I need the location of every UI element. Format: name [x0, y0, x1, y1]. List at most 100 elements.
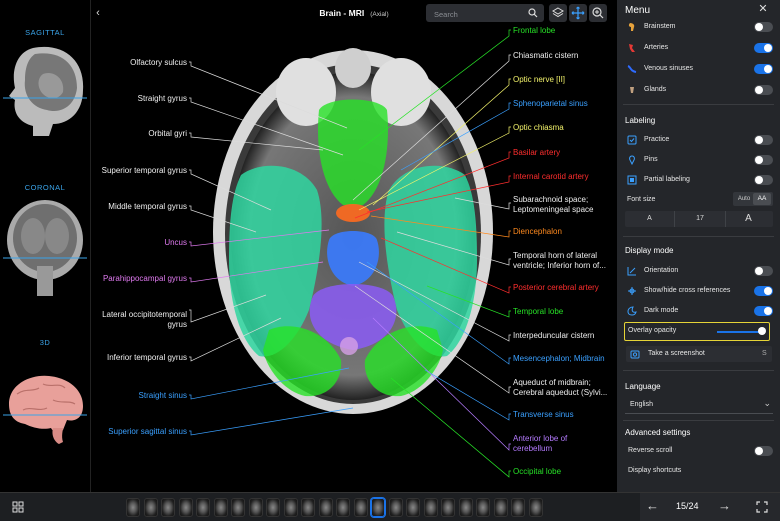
- label-subarachnoid-space-line1[interactable]: Subarachnoid space;: [513, 195, 588, 205]
- dark-mode-toggle[interactable]: [754, 306, 773, 316]
- label-straight-sinus[interactable]: Straight sinus: [139, 391, 187, 401]
- language-select[interactable]: English ⌄: [625, 397, 773, 414]
- toggle-row-venous-sinuses[interactable]: Venous sinuses: [625, 62, 773, 78]
- cross-references-toggle[interactable]: [754, 286, 773, 296]
- reverse-scroll-toggle[interactable]: [754, 446, 773, 456]
- coronal-view-thumbnail[interactable]: [3, 196, 87, 296]
- toggle-row-pins[interactable]: Pins: [625, 153, 773, 169]
- toggle-row-brainstem[interactable]: Brainstem: [625, 20, 773, 36]
- slice-thumbnail[interactable]: [511, 498, 525, 517]
- arrow-right-icon[interactable]: →: [718, 498, 731, 513]
- label-occipital-lobe[interactable]: Occipital lobe: [513, 467, 561, 477]
- label-aqueduct-line1[interactable]: Aqueduct of midbrain;: [513, 378, 591, 388]
- label-frontal-lobe[interactable]: Frontal lobe: [513, 26, 555, 36]
- toggle-row-orientation[interactable]: Orientation: [625, 264, 773, 280]
- label-olfactory-sulcus[interactable]: Olfactory sulcus: [130, 58, 187, 68]
- overlay-opacity-slider-thumb[interactable]: [758, 327, 766, 335]
- slice-thumbnail[interactable]: [458, 498, 473, 517]
- label-optic-chiasma[interactable]: Optic chiasma: [513, 123, 564, 133]
- slice-thumbnail[interactable]: [388, 498, 403, 517]
- fullscreen-icon[interactable]: [756, 501, 768, 513]
- slice-thumbnail[interactable]: [476, 498, 490, 517]
- slice-thumbnail-strip[interactable]: [124, 493, 554, 521]
- label-subarachnoid-space-line2[interactable]: Leptomeningeal space: [513, 205, 594, 215]
- slice-thumbnail[interactable]: [423, 498, 438, 517]
- label-anterior-lobe-cerebellum-line2[interactable]: cerebellum: [513, 444, 552, 454]
- font-aa-button[interactable]: AA: [753, 193, 771, 205]
- slice-thumbnail-current[interactable]: [371, 498, 385, 517]
- label-inferior-temporal-gyrus[interactable]: Inferior temporal gyrus: [107, 353, 187, 363]
- slice-thumbnail[interactable]: [143, 498, 158, 517]
- display-shortcuts-link[interactable]: Display shortcuts: [628, 467, 681, 474]
- toggle-row-cross-references[interactable]: Show/hide cross references: [625, 284, 773, 300]
- orientation-toggle[interactable]: [754, 266, 773, 276]
- slice-thumbnail[interactable]: [283, 498, 298, 517]
- font-auto-button[interactable]: Auto: [735, 193, 753, 205]
- slice-thumbnail[interactable]: [441, 498, 455, 517]
- overlay-opacity-track[interactable]: [717, 331, 763, 333]
- toggle-row-partial-labeling[interactable]: Partial labeling: [625, 173, 773, 189]
- label-lateral-occipitotemporal-gyrus-line2[interactable]: gyrus: [167, 320, 187, 330]
- brainstem-toggle[interactable]: [754, 22, 773, 32]
- practice-toggle[interactable]: [754, 135, 773, 145]
- font-decrease-button[interactable]: A: [625, 211, 674, 227]
- slice-thumbnail[interactable]: [248, 498, 263, 517]
- slice-thumbnail[interactable]: [528, 498, 543, 517]
- slice-thumbnail[interactable]: [406, 498, 420, 517]
- slice-thumbnail[interactable]: [301, 498, 315, 517]
- label-parahippocampal-gyrus[interactable]: Parahippocampal gyrus: [103, 274, 187, 284]
- label-superior-temporal-gyrus[interactable]: Superior temporal gyrus: [102, 166, 187, 176]
- label-transverse-sinus[interactable]: Transverse sinus: [513, 410, 574, 420]
- label-temporal-horn-line2[interactable]: ventricle; Inferior horn of...: [513, 261, 606, 271]
- label-basilar-artery[interactable]: Basilar artery: [513, 148, 560, 158]
- label-lateral-occipitotemporal-gyrus-line1[interactable]: Lateral occipitotemporal: [102, 310, 187, 320]
- partial-labeling-toggle[interactable]: [754, 175, 773, 185]
- glands-toggle[interactable]: [754, 85, 773, 95]
- slice-thumbnail[interactable]: [266, 498, 280, 517]
- label-optic-nerve[interactable]: Optic nerve [II]: [513, 75, 565, 85]
- slice-thumbnail[interactable]: [231, 498, 245, 517]
- label-temporal-horn-line1[interactable]: Temporal horn of lateral: [513, 251, 597, 261]
- label-mesencephalon[interactable]: Mesencephalon; Midbrain: [513, 354, 605, 364]
- label-orbital-gyri[interactable]: Orbital gyri: [148, 129, 187, 139]
- arrow-left-icon[interactable]: ←: [646, 498, 659, 513]
- slice-thumbnail[interactable]: [336, 498, 350, 517]
- slice-thumbnail[interactable]: [161, 498, 175, 517]
- label-diencephalon[interactable]: Diencephalon: [513, 227, 562, 237]
- slice-thumbnail[interactable]: [353, 498, 368, 517]
- label-anterior-lobe-cerebellum-line1[interactable]: Anterior lobe of: [513, 434, 567, 444]
- label-interpeduncular-cistern[interactable]: Interpeduncular cistern: [513, 331, 594, 341]
- label-sphenoparietal-sinus[interactable]: Sphenoparietal sinus: [513, 99, 588, 109]
- toggle-row-practice[interactable]: Practice: [625, 133, 773, 149]
- toggle-row-reverse-scroll[interactable]: Reverse scroll: [625, 444, 773, 460]
- grid-icon[interactable]: [12, 501, 24, 513]
- label-temporal-lobe[interactable]: Temporal lobe: [513, 307, 563, 317]
- label-posterior-cerebral-artery[interactable]: Posterior cerebral artery: [513, 283, 599, 293]
- label-internal-carotid-artery[interactable]: Internal carotid artery: [513, 172, 589, 182]
- label-aqueduct-line2[interactable]: Cerebral aqueduct (Sylvi...: [513, 388, 607, 398]
- screenshot-button[interactable]: Take a screenshot S: [626, 346, 772, 362]
- divider: [623, 236, 774, 237]
- sagittal-view-thumbnail[interactable]: [3, 40, 87, 140]
- label-chiasmatic-cistern[interactable]: Chiasmatic cistern: [513, 51, 578, 61]
- toggle-row-arteries[interactable]: Arteries: [625, 41, 773, 57]
- slice-thumbnail[interactable]: [196, 498, 210, 517]
- 3d-view-thumbnail[interactable]: [3, 370, 87, 450]
- font-increase-button[interactable]: A: [724, 211, 773, 227]
- slice-thumbnail[interactable]: [178, 498, 193, 517]
- mri-viewer[interactable]: ‹ Brain - MRI (Axial) Search Olfactory s…: [91, 0, 617, 492]
- venous-sinuses-toggle[interactable]: [754, 64, 773, 74]
- slice-thumbnail[interactable]: [126, 498, 140, 517]
- toggle-row-dark-mode[interactable]: Dark mode: [625, 304, 773, 320]
- label-middle-temporal-gyrus[interactable]: Middle temporal gyrus: [108, 202, 187, 212]
- slice-thumbnail[interactable]: [493, 498, 508, 517]
- toggle-row-glands[interactable]: Glands: [625, 83, 773, 99]
- label-superior-sagittal-sinus[interactable]: Superior sagittal sinus: [108, 427, 187, 437]
- close-icon[interactable]: ✕: [757, 3, 769, 15]
- arteries-toggle[interactable]: [754, 43, 773, 53]
- label-straight-gyrus[interactable]: Straight gyrus: [138, 94, 187, 104]
- pins-toggle[interactable]: [754, 155, 773, 165]
- label-uncus[interactable]: Uncus: [164, 238, 187, 248]
- slice-thumbnail[interactable]: [213, 498, 228, 517]
- slice-thumbnail[interactable]: [318, 498, 333, 517]
